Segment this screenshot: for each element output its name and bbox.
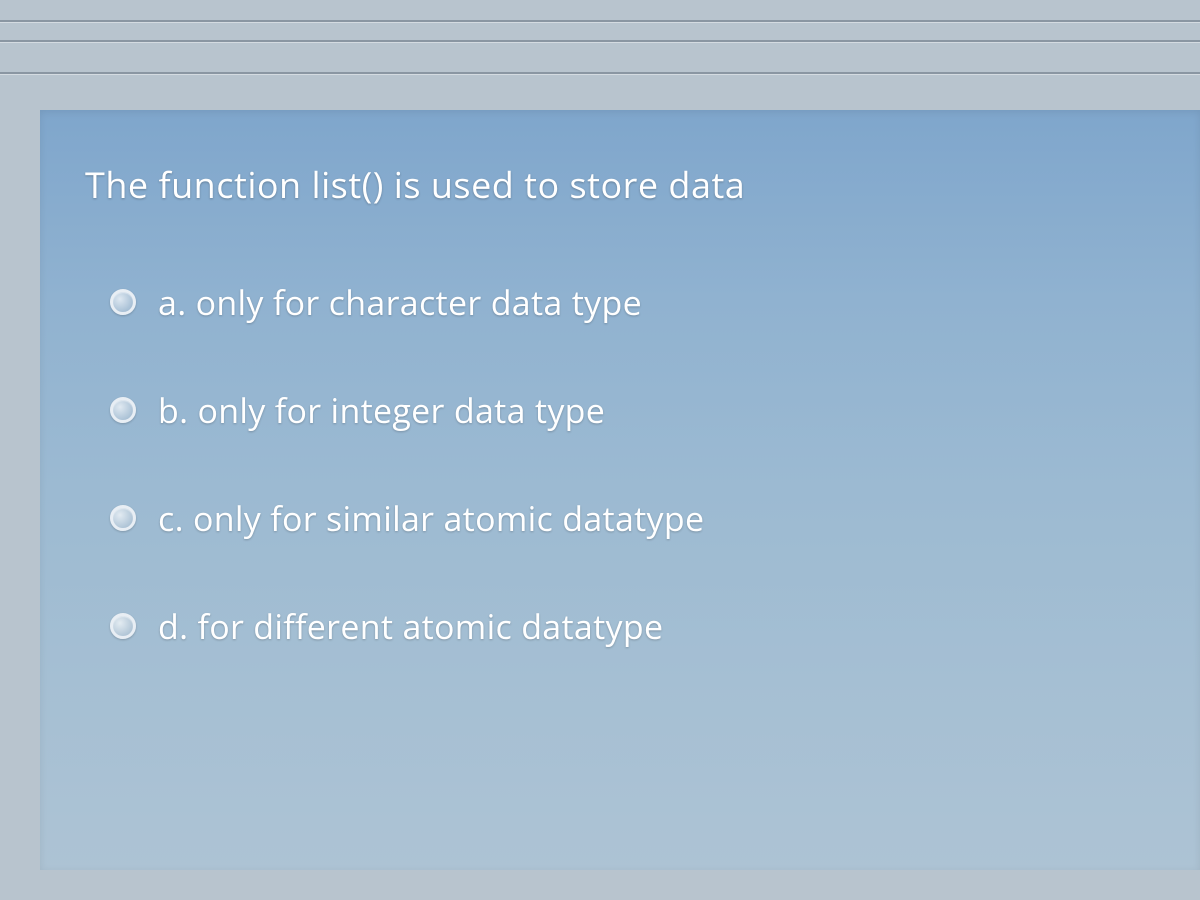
question-card: The function list() is used to store dat… [40,110,1200,870]
option-label: b. only for integer data type [158,387,605,433]
radio-icon[interactable] [110,613,136,639]
option-a[interactable]: a. only for character data type [110,279,1170,325]
radio-icon[interactable] [110,397,136,423]
option-label: d. for different atomic datatype [158,603,663,649]
divider-line [0,20,1200,22]
option-d[interactable]: d. for different atomic datatype [110,603,1170,649]
question-prompt: The function list() is used to store dat… [85,160,1170,209]
option-b[interactable]: b. only for integer data type [110,387,1170,433]
option-c[interactable]: c. only for similar atomic datatype [110,495,1170,541]
radio-icon[interactable] [110,505,136,531]
top-divider-region [0,0,1200,100]
option-label: c. only for similar atomic datatype [158,495,704,541]
radio-icon[interactable] [110,289,136,315]
divider-line [0,40,1200,42]
options-list: a. only for character data type b. only … [85,279,1170,649]
option-label: a. only for character data type [158,279,642,325]
divider-line [0,72,1200,74]
